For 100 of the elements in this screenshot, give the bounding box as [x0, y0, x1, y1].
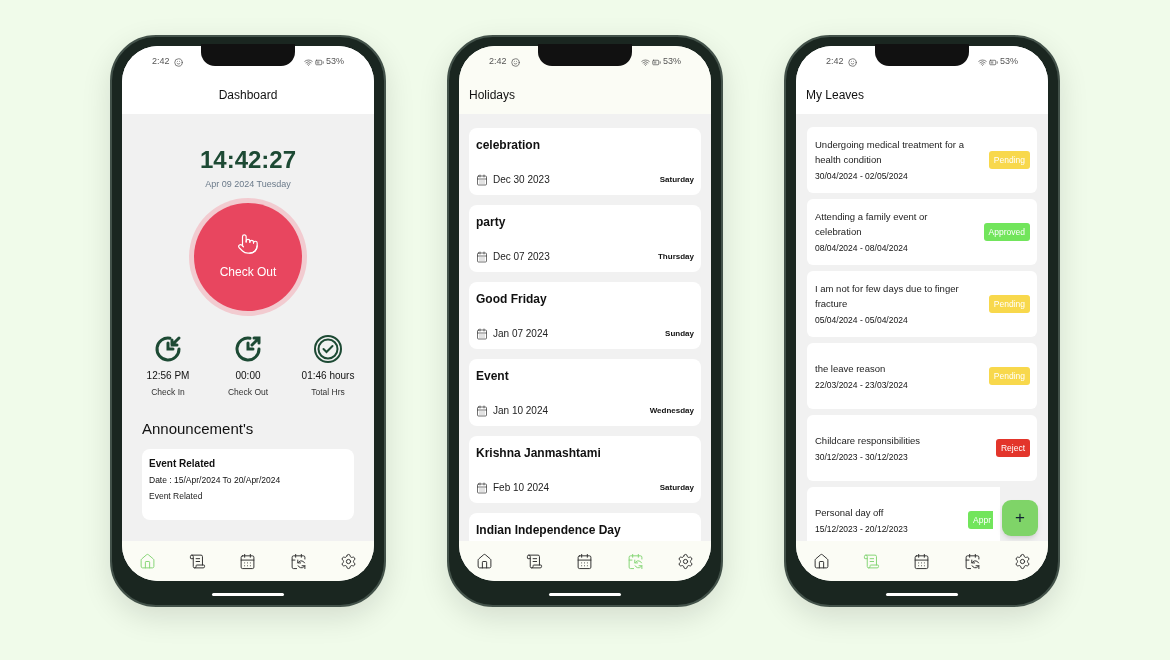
- home-indicator: [886, 593, 958, 596]
- holiday-name: Good Friday: [476, 291, 548, 308]
- holiday-name: Krishna Janmashtami: [476, 445, 602, 462]
- home-indicator: [212, 593, 284, 596]
- holiday-date: Dec 30 2023: [493, 173, 550, 187]
- status-time: 2:42: [489, 55, 507, 69]
- leave-card[interactable]: Attending a family event or celebration 08/04/2024 - 08/04/2024 Approved: [807, 199, 1037, 265]
- battery-icon: [652, 57, 661, 67]
- stat-label: Check Out: [227, 385, 269, 399]
- battery-percent: 53%: [326, 55, 344, 69]
- clock-time: 14:42:27: [199, 148, 297, 172]
- stat-value: 12:56 PM: [146, 368, 190, 383]
- wifi-icon: [978, 57, 987, 67]
- check-out-button[interactable]: Check Out: [194, 202, 302, 311]
- home-icon[interactable]: [812, 552, 830, 570]
- document-icon[interactable]: [526, 552, 544, 570]
- calendar-sync-icon[interactable]: [963, 552, 981, 570]
- leave-dates: 15/12/2023 - 20/12/2023: [815, 522, 909, 536]
- status-time: 2:42: [152, 55, 170, 69]
- document-icon[interactable]: [189, 552, 207, 570]
- wifi-icon: [304, 57, 313, 67]
- check-circle-icon: [313, 333, 343, 364]
- status-badge: Pending: [988, 150, 1030, 170]
- battery-percent: 53%: [663, 55, 681, 69]
- screen-title: Dashboard: [218, 87, 278, 104]
- leave-card[interactable]: Undergoing medical treatment for a health condition 30/04/2024 - 02/05/2024 Pending: [807, 127, 1037, 193]
- holiday-day: Saturday: [659, 173, 694, 186]
- status-badge: Pending: [988, 366, 1030, 386]
- leave-card[interactable]: I am not for few days due to finger fracture 05/04/2024 - 05/04/2024 Pending: [807, 271, 1037, 337]
- status-badge: Approved: [983, 222, 1030, 242]
- calendar-icon: [476, 173, 488, 186]
- stat-label: Check In: [151, 385, 185, 399]
- face-icon: [173, 57, 183, 67]
- status-badge: Pending: [988, 294, 1030, 314]
- leave-card[interactable]: the leave reason 22/03/2024 - 23/03/2024 Pending: [807, 343, 1037, 409]
- screen-title: My Leaves: [806, 87, 865, 104]
- status-badge: Appr: [968, 510, 993, 530]
- holiday-name: celebration: [476, 137, 542, 154]
- leave-reason: Undergoing medical treatment for a health condition: [815, 138, 965, 168]
- leave-reason: I am not for few days due to finger fracture: [815, 282, 960, 312]
- holiday-date: Feb 10 2024: [493, 481, 550, 495]
- status-badge: Reject: [995, 438, 1030, 458]
- battery-percent: 53%: [1000, 55, 1018, 69]
- calendar-icon[interactable]: [913, 552, 931, 570]
- holiday-card[interactable]: celebration Dec 30 2023 Saturday: [469, 128, 701, 195]
- holiday-date: Dec 07 2023: [493, 250, 550, 264]
- holiday-date: Jan 07 2024: [493, 327, 549, 341]
- calendar-sync-icon[interactable]: [289, 552, 307, 570]
- announcement-date: Date : 15/Apr/2024 To 20/Apr/2024: [149, 473, 282, 487]
- home-indicator: [549, 593, 621, 596]
- holiday-card[interactable]: Indian Independence Day: [469, 513, 701, 541]
- holiday-card[interactable]: Krishna Janmashtami Feb 10 2024 Saturday: [469, 436, 701, 503]
- leave-reason: Personal day off: [815, 505, 885, 520]
- holiday-card[interactable]: Good Friday Jan 07 2024 Sunday: [469, 282, 701, 349]
- leave-reason: Attending a family event or celebration: [815, 210, 929, 240]
- wifi-icon: [641, 57, 650, 67]
- leave-dates: 22/03/2024 - 23/03/2024: [815, 378, 909, 392]
- tap-icon: [237, 232, 259, 255]
- leave-card[interactable]: Personal day off 15/12/2023 - 20/12/2023 Appr: [807, 487, 1000, 541]
- calendar-icon[interactable]: [239, 552, 257, 570]
- calendar-icon[interactable]: [576, 552, 594, 570]
- holiday-day: Wednesday: [649, 404, 694, 417]
- calendar-icon: [476, 250, 488, 263]
- stat-label: Total Hrs: [311, 385, 345, 399]
- leave-dates: 30/04/2024 - 02/05/2024: [815, 170, 909, 183]
- holiday-day: Saturday: [659, 481, 694, 494]
- holiday-card[interactable]: Event Jan 10 2024 Wednesday: [469, 359, 701, 426]
- home-icon[interactable]: [475, 552, 493, 570]
- holiday-name: party: [476, 214, 507, 231]
- holiday-name: Event: [476, 368, 510, 385]
- holiday-name: Indian Independence Day: [476, 522, 622, 539]
- settings-icon[interactable]: [677, 552, 695, 570]
- announcement-body: Event Related: [149, 489, 204, 503]
- leave-reason: the leave reason: [815, 361, 887, 376]
- battery-icon: [989, 57, 998, 67]
- face-icon: [510, 57, 520, 67]
- leave-reason: Childcare responsibilities: [815, 433, 922, 448]
- section-heading: Announcement's: [142, 419, 255, 440]
- holiday-card[interactable]: party Dec 07 2023 Thursday: [469, 205, 701, 272]
- stat-value: 01:46 hours: [301, 368, 355, 383]
- leave-dates: 08/04/2024 - 08/04/2024: [815, 242, 909, 255]
- add-button[interactable]: +: [1002, 500, 1038, 536]
- calendar-icon: [476, 404, 488, 417]
- battery-icon: [315, 57, 324, 67]
- leave-dates: 05/04/2024 - 05/04/2024: [815, 314, 909, 327]
- announcement-title: Event Related: [149, 456, 217, 471]
- holiday-day: Sunday: [665, 327, 694, 340]
- face-icon: [847, 57, 857, 67]
- leave-card[interactable]: Childcare responsibilities 30/12/2023 - 30/12/2023 Reject: [807, 415, 1037, 481]
- screen-title: Holidays: [469, 87, 516, 104]
- holiday-day: Thursday: [658, 250, 694, 263]
- status-time: 2:42: [826, 55, 844, 69]
- leave-dates: 30/12/2023 - 30/12/2023: [815, 450, 909, 464]
- calendar-icon: [476, 481, 488, 494]
- clock-date: Apr 09 2024 Tuesday: [205, 178, 291, 191]
- settings-icon[interactable]: [1014, 552, 1032, 570]
- holiday-date: Jan 10 2024: [493, 404, 549, 418]
- stat-value: 00:00: [235, 368, 261, 383]
- settings-icon[interactable]: [340, 552, 358, 570]
- calendar-icon: [476, 327, 488, 340]
